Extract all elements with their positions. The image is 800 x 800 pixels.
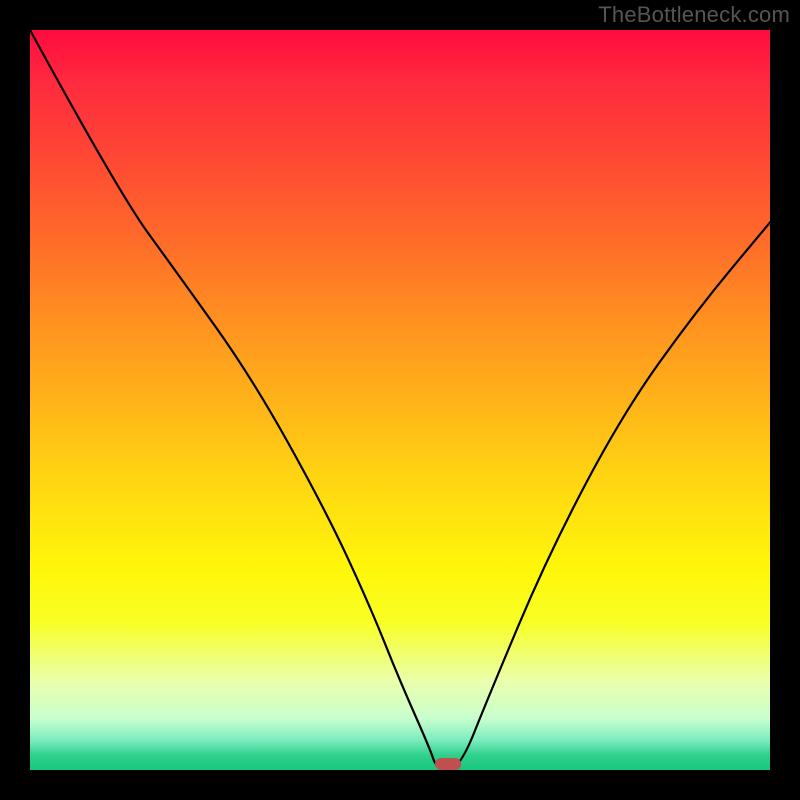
chart-frame: TheBottleneck.com — [0, 0, 800, 800]
watermark-label: TheBottleneck.com — [598, 2, 790, 28]
curve-svg — [30, 30, 770, 770]
plot-area — [30, 30, 770, 770]
optimal-marker — [435, 758, 461, 770]
bottleneck-curve — [30, 30, 770, 770]
